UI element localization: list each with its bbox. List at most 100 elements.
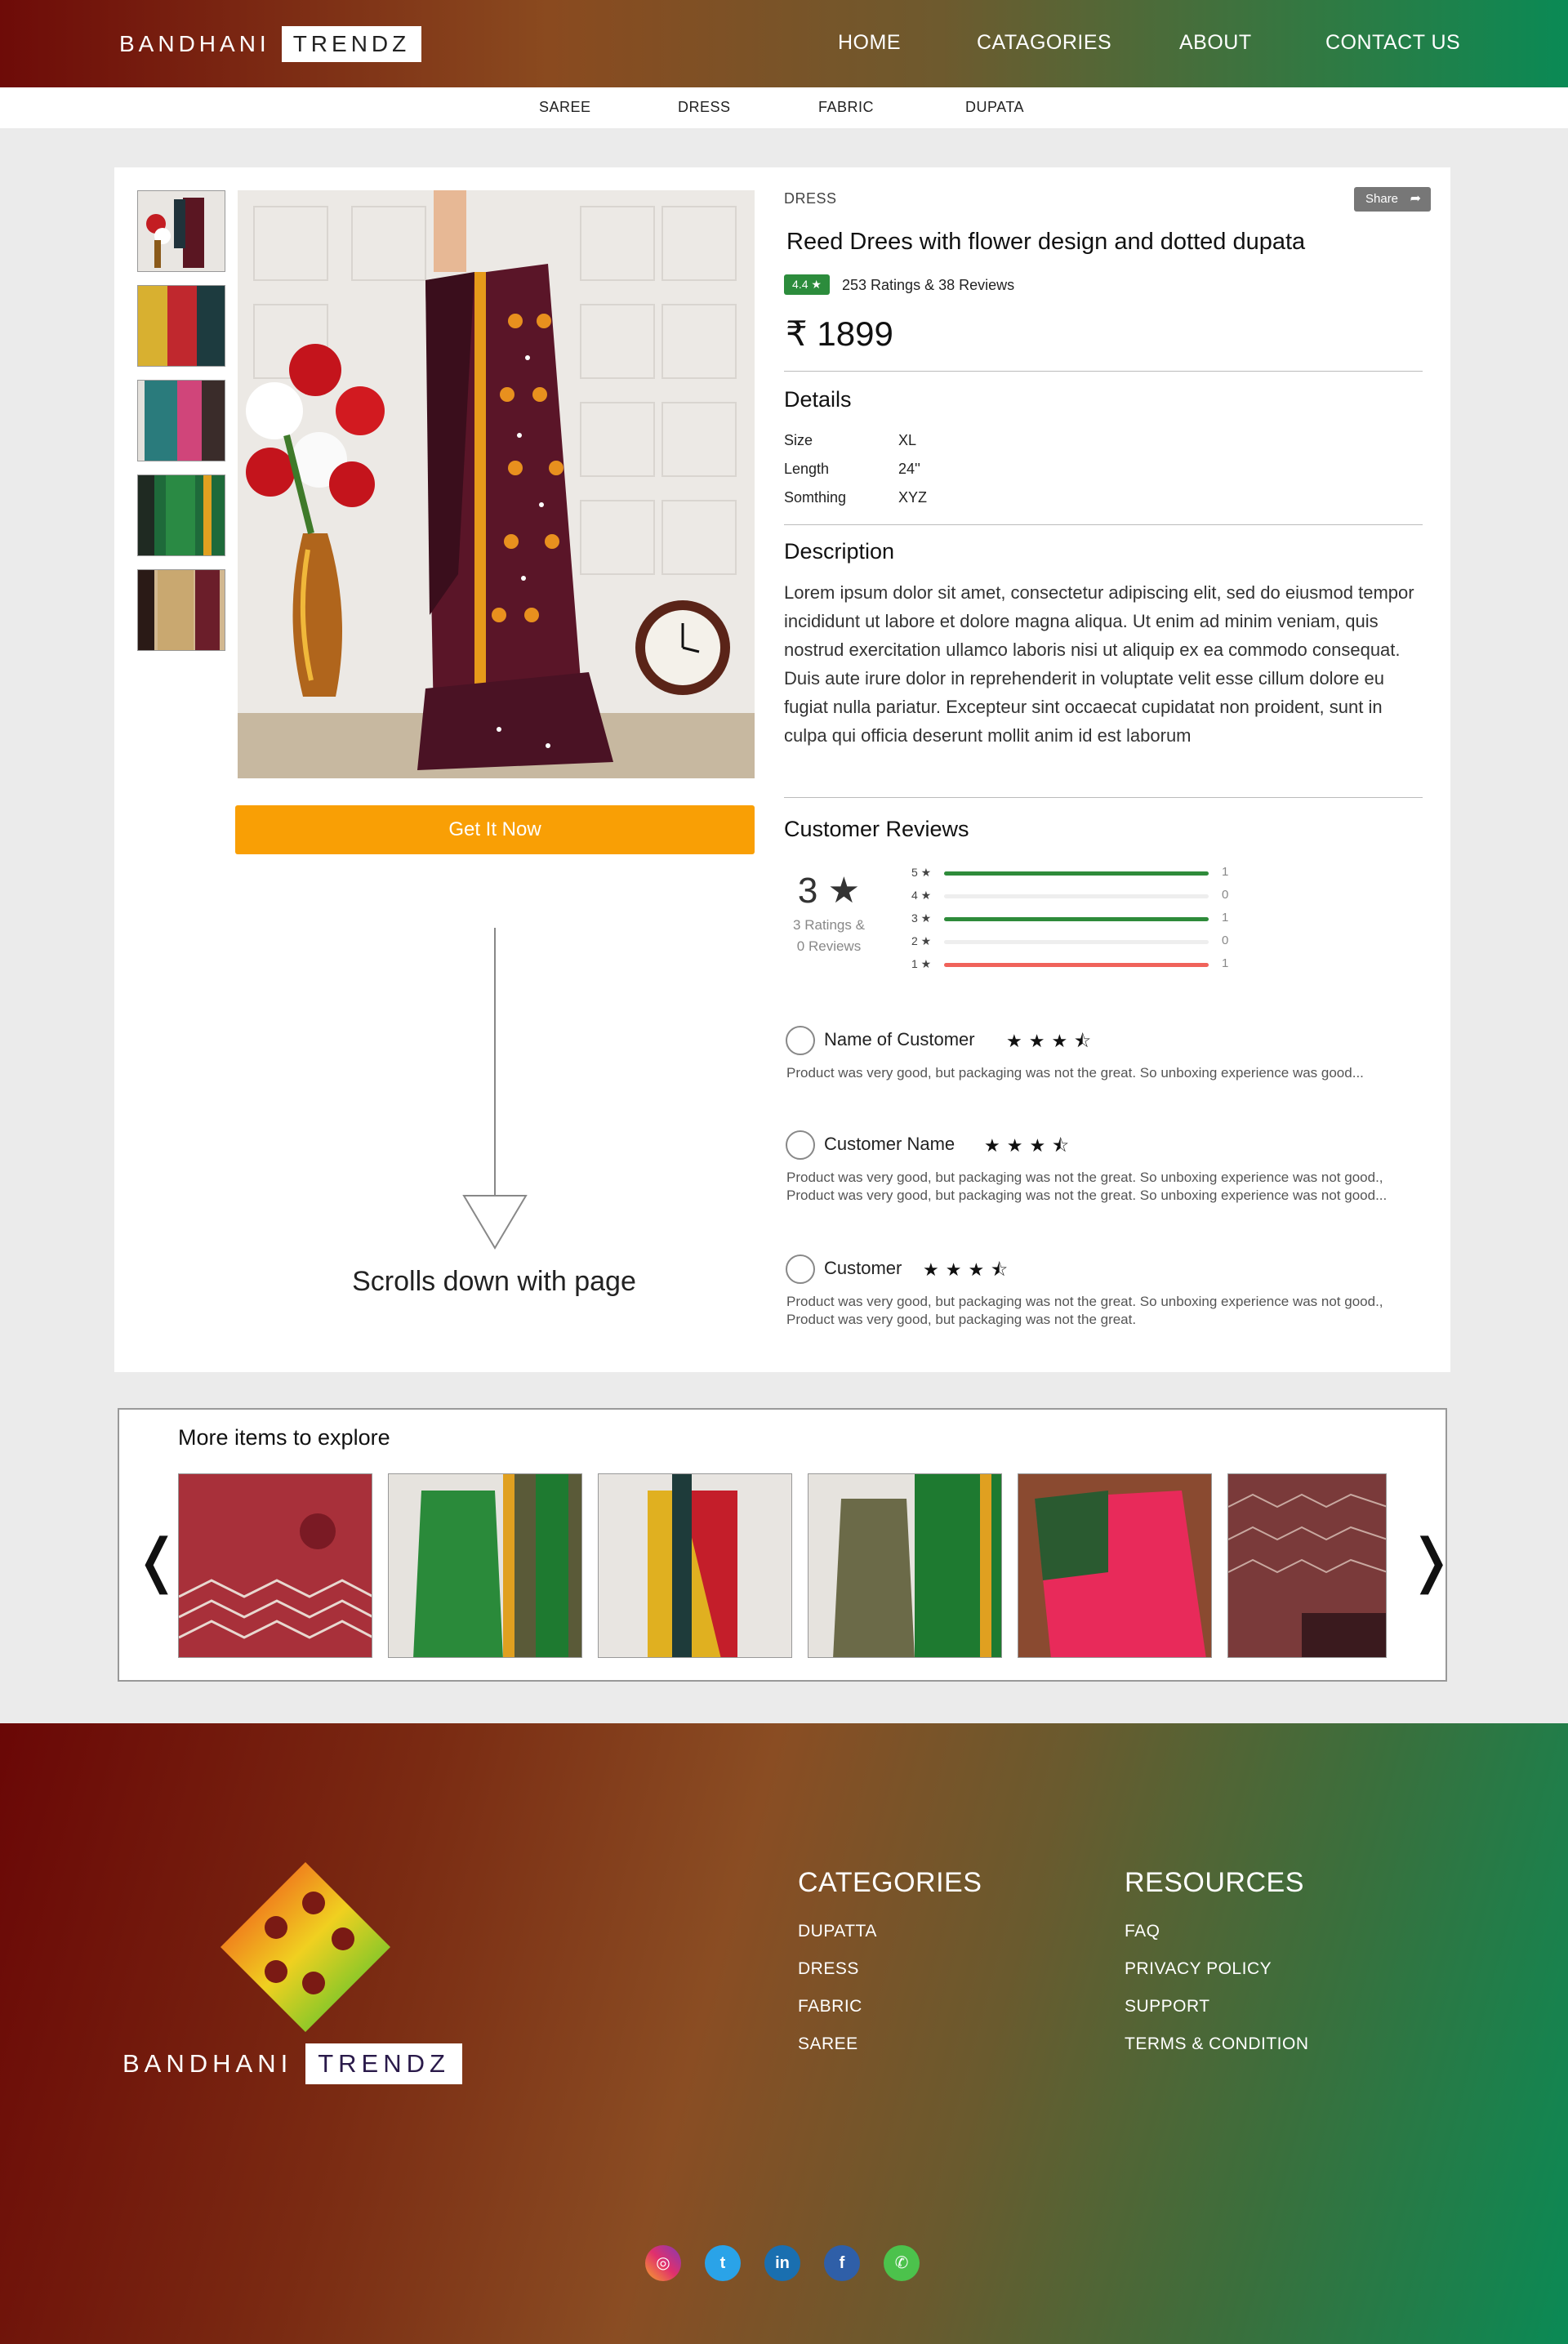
nav-about[interactable]: ABOUT [1179, 31, 1252, 55]
description-text: Lorem ipsum dolor sit amet, consectetur … [784, 582, 1414, 746]
description-heading: Description [784, 539, 895, 564]
reviewer-name: Customer [824, 1258, 902, 1278]
twitter-icon[interactable]: t [705, 2245, 741, 2281]
down-arrow-icon [462, 1195, 528, 1250]
product-thumbnail-4[interactable] [137, 475, 225, 556]
chevron-right-icon[interactable]: ❭ [1406, 1526, 1455, 1594]
reviewer-name: Name of Customer [824, 1029, 975, 1049]
detail-key: Size [784, 432, 813, 448]
rating-bar-count: 0 [1222, 934, 1229, 947]
review-stars: ★★★⯪ [984, 1135, 1076, 1156]
avatar [786, 1254, 815, 1284]
top-navbar: BANDHANI TRENDZ HOME CATAGORIES ABOUT CO… [0, 0, 1568, 87]
footer-link-terms[interactable]: TERMS & CONDITION [1125, 2034, 1309, 2054]
explore-item-5[interactable] [1018, 1473, 1212, 1658]
brand-logo[interactable]: BANDHANI TRENDZ [119, 26, 422, 62]
rating-bar-fill [944, 871, 1209, 876]
rating-bar-fill [944, 963, 1209, 967]
detail-value: XL [898, 432, 917, 448]
footer-link-dress[interactable]: DRESS [798, 1959, 859, 1979]
nav-home[interactable]: HOME [838, 31, 901, 55]
scroll-arrow-line [494, 928, 496, 1197]
scroll-note: Scrolls down with page [352, 1266, 636, 1297]
footer-link-dupatta[interactable]: DUPATTA [798, 1922, 877, 1941]
footer-link-saree[interactable]: SAREE [798, 2034, 858, 2054]
get-it-now-button[interactable]: Get It Now [235, 805, 755, 854]
detail-value: XYZ [898, 489, 928, 506]
share-label: Share [1365, 192, 1399, 206]
avatar [786, 1026, 815, 1055]
share-button[interactable]: Share ➦ [1354, 187, 1431, 212]
average-rating: 3 ★ 3 Ratings & 0 Reviews [784, 870, 874, 957]
ratings-count: 253 Ratings & 38 Reviews [842, 277, 1015, 293]
review-stars: ★★★⯪ [923, 1259, 1015, 1280]
footer-link-privacy[interactable]: PRIVACY POLICY [1125, 1959, 1272, 1979]
review-text: Product was very good, but packaging was… [786, 1294, 1383, 1327]
rating-bar-count: 1 [1222, 911, 1229, 925]
whatsapp-icon[interactable]: ✆ [884, 2245, 920, 2281]
rating-bar-label: 3 ★ [911, 911, 932, 925]
product-thumbnail-5[interactable] [137, 569, 225, 651]
chevron-left-icon[interactable]: ❬ [132, 1526, 181, 1594]
review-stars: ★★★⯪ [1006, 1031, 1098, 1051]
rating-bar-count: 1 [1222, 956, 1229, 970]
brand-word-1: BANDHANI [119, 31, 270, 56]
explore-item-6[interactable] [1227, 1473, 1387, 1658]
rating-bar-label: 5 ★ [911, 866, 932, 879]
product-thumbnail-2[interactable] [137, 285, 225, 367]
detail-key: Somthing [784, 489, 847, 506]
details-heading: Details [784, 387, 852, 412]
rating-bar [944, 940, 1209, 944]
footer-brand-word-1: BANDHANI [122, 2049, 293, 2078]
nav-contact[interactable]: CONTACT US [1325, 31, 1460, 55]
subnav-saree[interactable]: SAREE [539, 99, 591, 116]
product-title: Reed Drees with flower design and dotted… [786, 229, 1306, 255]
average-rating-value: 3 ★ [797, 871, 861, 911]
instagram-icon[interactable]: ◎ [645, 2245, 681, 2281]
divider [784, 524, 1423, 525]
rating-bar [944, 871, 1209, 876]
product-main-image [238, 190, 755, 778]
rating-bar-label: 1 ★ [911, 957, 932, 970]
average-rating-sub-1: 3 Ratings & [793, 917, 865, 933]
product-price: ₹ 1899 [786, 314, 893, 353]
linkedin-icon[interactable]: in [764, 2245, 800, 2281]
rating-bar-label: 4 ★ [911, 889, 932, 902]
share-icon: ➦ [1410, 192, 1421, 206]
explore-item-4[interactable] [808, 1473, 1002, 1658]
reviewer-name: Customer Name [824, 1134, 956, 1154]
rating-badge: 4.4 ★ [784, 274, 830, 295]
category-subnav: SAREE DRESS FABRIC DUPATA [0, 87, 1568, 128]
rating-bar [944, 917, 1209, 921]
brand-logo-icon [220, 1862, 390, 2032]
brand-word-2: TRENDZ [281, 26, 422, 62]
footer-brand-word-2: TRENDZ [305, 2043, 462, 2084]
explore-item-3[interactable] [598, 1473, 792, 1658]
facebook-icon[interactable]: f [824, 2245, 860, 2281]
footer-link-faq[interactable]: FAQ [1125, 1922, 1160, 1941]
explore-item-2[interactable] [388, 1473, 582, 1658]
average-rating-sub-2: 0 Reviews [796, 938, 862, 954]
rating-bar-label: 2 ★ [911, 934, 932, 947]
subnav-fabric[interactable]: FABRIC [818, 99, 874, 116]
footer-link-fabric[interactable]: FABRIC [798, 1997, 862, 2016]
subnav-dupata[interactable]: DUPATA [965, 99, 1024, 116]
rating-bar-count: 1 [1222, 865, 1229, 879]
footer-categories-heading: CATEGORIES [798, 1867, 982, 1898]
review-text: Product was very good, but packaging was… [786, 1065, 1364, 1081]
explore-item-1[interactable] [178, 1473, 372, 1658]
footer-link-support[interactable]: SUPPORT [1125, 1997, 1210, 2016]
product-category: DRESS [784, 190, 837, 207]
more-items-heading: More items to explore [178, 1425, 390, 1450]
rating-bar-count: 0 [1222, 888, 1229, 902]
avatar [786, 1130, 815, 1160]
nav-categories[interactable]: CATAGORIES [977, 31, 1111, 55]
reviews-heading: Customer Reviews [784, 817, 969, 841]
detail-value: 24'' [898, 461, 920, 477]
subnav-dress[interactable]: DRESS [678, 99, 731, 116]
product-thumbnail-1[interactable] [137, 190, 225, 272]
divider [784, 797, 1423, 798]
footer-resources-heading: RESOURCES [1125, 1867, 1304, 1898]
detail-key: Length [784, 461, 830, 477]
product-thumbnail-3[interactable] [137, 380, 225, 461]
